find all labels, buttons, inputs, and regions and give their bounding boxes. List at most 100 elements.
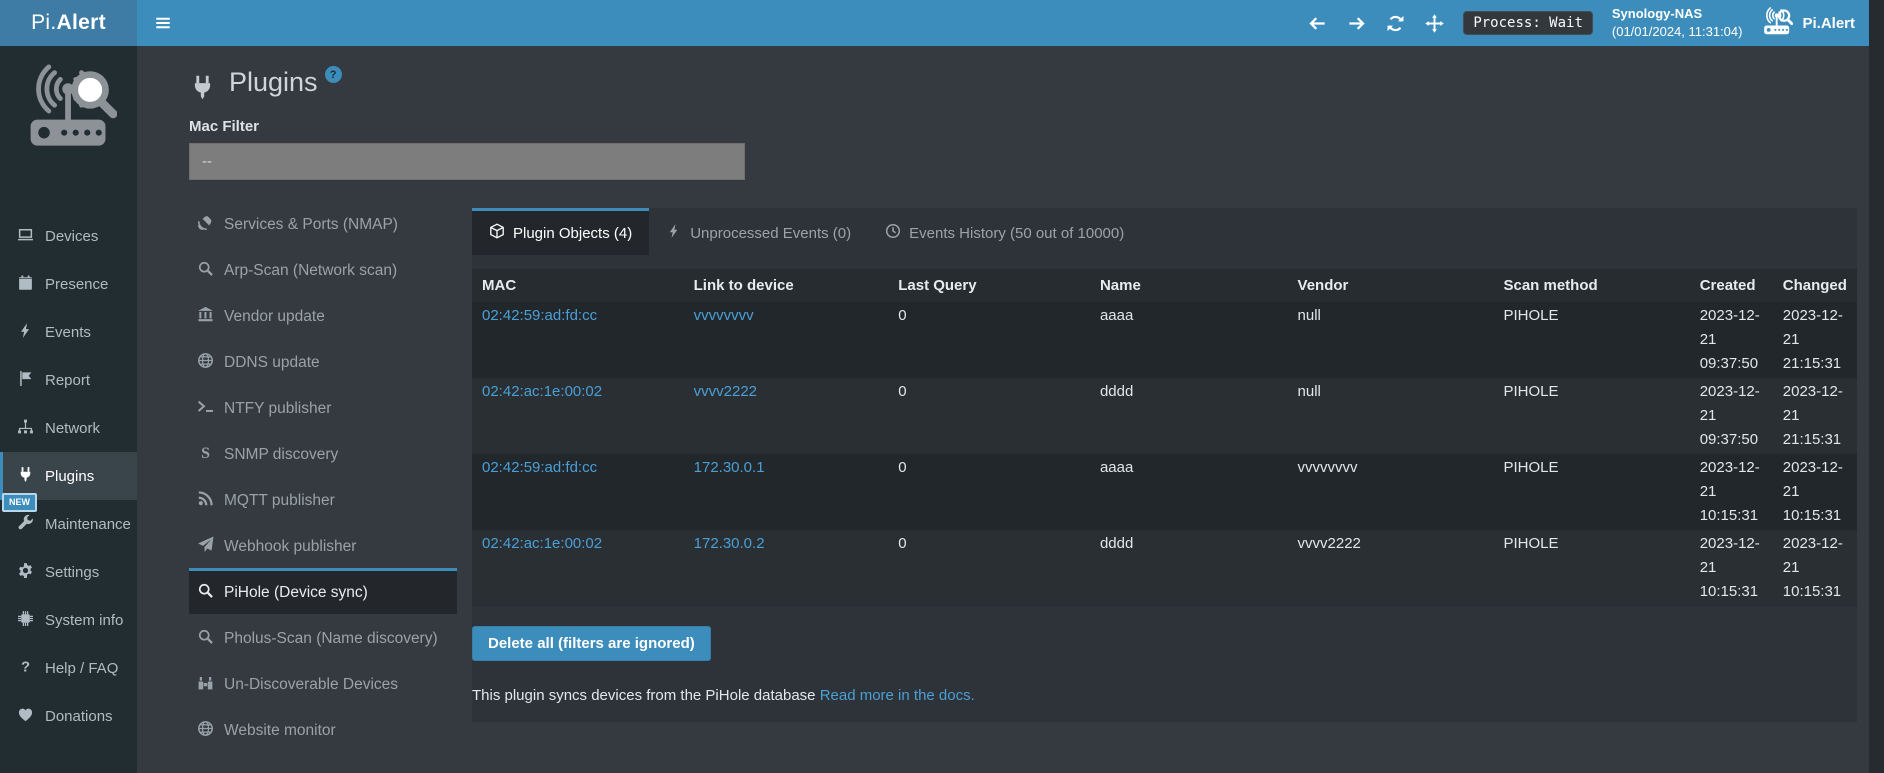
app-name: Pi.Alert xyxy=(1802,15,1855,32)
sidebar-item-presence[interactable]: Presence xyxy=(0,260,137,308)
plugin-nav-item-services-ports-nmap[interactable]: Services & Ports (NMAP) xyxy=(189,200,457,246)
sidebar-item-report[interactable]: Report xyxy=(0,356,137,404)
snmp-icon: S xyxy=(197,444,214,466)
column-header-link-to-device: Link to device xyxy=(684,269,889,302)
heart-icon xyxy=(17,706,34,727)
plugin-nav-item-snmp-discovery[interactable]: SSNMP discovery xyxy=(189,430,457,476)
plugin-nav-item-ddns-update[interactable]: DDNS update xyxy=(189,338,457,384)
table-row: 02:42:59:ad:fd:cc172.30.0.10aaaavvvvvvvv… xyxy=(472,454,1857,530)
help-badge[interactable]: ? xyxy=(325,66,342,83)
column-header-scan-method: Scan method xyxy=(1493,269,1689,302)
cell-vendor: null xyxy=(1288,378,1494,454)
menu-icon xyxy=(154,14,172,32)
cell-last-query: 0 xyxy=(888,302,1090,378)
plugin-nav-item-arp-scan-network-scan[interactable]: Arp-Scan (Network scan) xyxy=(189,246,457,292)
sidebar-item-system-info[interactable]: System info xyxy=(0,596,137,644)
page-scrollbar[interactable] xyxy=(1869,0,1884,773)
plugin-nav-item-pihole-device-sync[interactable]: PiHole (Device sync) xyxy=(189,568,457,614)
arrow-left-icon xyxy=(1308,14,1327,33)
cell-changed: 2023-12-21 21:15:31 xyxy=(1773,302,1857,378)
tab-label: Plugin Objects (4) xyxy=(513,225,632,242)
page-header: Plugins ? xyxy=(189,68,1857,98)
sidebar-item-settings[interactable]: Settings xyxy=(0,548,137,596)
move-button[interactable] xyxy=(1424,13,1444,33)
plugin-nav: Services & Ports (NMAP) Arp-Scan (Network… xyxy=(189,200,457,752)
sidebar-item-devices[interactable]: Devices xyxy=(0,212,137,260)
plugin-card: Plugin Objects (4) Unprocessed Events (0)… xyxy=(472,208,1857,722)
refresh-button[interactable] xyxy=(1385,13,1405,33)
cell-last-query: 0 xyxy=(888,530,1090,606)
process-status-badge: Process: Wait xyxy=(1463,11,1593,35)
mac-link[interactable]: 02:42:ac:1e:00:02 xyxy=(482,383,602,400)
sidebar-item-maintenance[interactable]: NEWMaintenance xyxy=(0,500,137,548)
mac-link[interactable]: 02:42:59:ad:fd:cc xyxy=(482,459,597,476)
plugin-nav-item-webhook-publisher[interactable]: Webhook publisher xyxy=(189,522,457,568)
cell-link: 172.30.0.2 xyxy=(684,530,889,606)
device-link[interactable]: 172.30.0.1 xyxy=(694,459,765,476)
plugin-nav-item-mqtt-publisher[interactable]: MQTT publisher xyxy=(189,476,457,522)
device-link[interactable]: vvvvvvvv xyxy=(694,307,754,324)
cell-link: 172.30.0.1 xyxy=(684,454,889,530)
device-link[interactable]: vvvv2222 xyxy=(694,383,757,400)
read-more-link[interactable]: Read more in the docs. xyxy=(820,687,975,704)
mac-link[interactable]: 02:42:ac:1e:00:02 xyxy=(482,535,602,552)
plugin-nav-label: Webhook publisher xyxy=(224,538,356,556)
cell-link: vvvv2222 xyxy=(684,378,889,454)
cell-changed: 2023-12-21 21:15:31 xyxy=(1773,378,1857,454)
plugin-nav-item-pholus-scan-name-discovery[interactable]: Pholus-Scan (Name discovery) xyxy=(189,614,457,660)
content-area: Plugins ? Mac Filter Services & Ports (N… xyxy=(137,46,1869,773)
plugin-nav-label: Vendor update xyxy=(224,308,325,326)
arrow-right-button[interactable] xyxy=(1346,13,1366,33)
column-header-mac: MAC xyxy=(472,269,684,302)
plugin-description-text: This plugin syncs devices from the PiHol… xyxy=(472,687,816,704)
plugin-nav-item-ntfy-publisher[interactable]: NTFY publisher xyxy=(189,384,457,430)
calendar-icon xyxy=(17,274,34,295)
sidebar-item-help-faq[interactable]: ?Help / FAQ xyxy=(0,644,137,692)
paper-plane-icon xyxy=(197,536,214,558)
plugin-nav-label: DDNS update xyxy=(224,354,320,372)
cell-mac: 02:42:ac:1e:00:02 xyxy=(472,378,684,454)
device-link[interactable]: 172.30.0.2 xyxy=(694,535,765,552)
plugin-nav-label: Un-Discoverable Devices xyxy=(224,676,398,694)
cell-vendor: vvvvvvvv xyxy=(1288,454,1494,530)
arrow-left-button[interactable] xyxy=(1307,13,1327,33)
sidebar-item-label: Presence xyxy=(45,276,108,293)
tab-plugin-objects-4[interactable]: Plugin Objects (4) xyxy=(472,208,649,255)
router-magnifier-logo-icon xyxy=(21,64,117,160)
column-header-last-query: Last Query xyxy=(888,269,1090,302)
tab-unprocessed-events-0[interactable]: Unprocessed Events (0) xyxy=(649,208,868,255)
cell-name: aaaa xyxy=(1090,302,1288,378)
plugin-nav-label: NTFY publisher xyxy=(224,400,331,418)
column-header-changed: Changed xyxy=(1773,269,1857,302)
page-title: Plugins xyxy=(229,68,318,98)
cell-scan-method: PIHOLE xyxy=(1493,454,1689,530)
bolt-icon xyxy=(666,223,682,243)
plugin-nav-label: Services & Ports (NMAP) xyxy=(224,216,398,234)
sidebar-item-label: Report xyxy=(45,372,90,389)
sidebar-item-label: Settings xyxy=(45,564,99,581)
delete-all-button[interactable]: Delete all (filters are ignored) xyxy=(472,626,711,661)
search-icon xyxy=(197,260,214,282)
mac-filter-input[interactable] xyxy=(189,143,745,180)
tab-label: Unprocessed Events (0) xyxy=(690,225,851,242)
sidebar-item-label: Help / FAQ xyxy=(45,660,118,677)
sidebar-item-events[interactable]: Events xyxy=(0,308,137,356)
globe-icon xyxy=(197,720,214,742)
plugin-nav-item-un-discoverable-devices[interactable]: Un-Discoverable Devices xyxy=(189,660,457,706)
cell-changed: 2023-12-21 10:15:31 xyxy=(1773,454,1857,530)
plugin-nav-item-website-monitor[interactable]: Website monitor xyxy=(189,706,457,752)
sidebar-item-network[interactable]: Network xyxy=(0,404,137,452)
tab-events-history-50-out-of-10000[interactable]: Events History (50 out of 10000) xyxy=(868,208,1141,255)
plugin-nav-item-vendor-update[interactable]: Vendor update xyxy=(189,292,457,338)
sidebar-toggle-button[interactable] xyxy=(137,0,189,46)
cell-vendor: null xyxy=(1288,302,1494,378)
cell-created: 2023-12-21 10:15:31 xyxy=(1690,530,1773,606)
brand-logo[interactable]: Pi.Alert xyxy=(0,0,137,46)
globe-icon xyxy=(197,352,214,374)
mac-link[interactable]: 02:42:59:ad:fd:cc xyxy=(482,307,597,324)
cell-mac: 02:42:ac:1e:00:02 xyxy=(472,530,684,606)
table-wrap: MACLink to deviceLast QueryNameVendorSca… xyxy=(472,269,1857,606)
cell-scan-method: PIHOLE xyxy=(1493,378,1689,454)
sidebar-item-donations[interactable]: Donations xyxy=(0,692,137,740)
sidebar-item-label: Devices xyxy=(45,228,98,245)
